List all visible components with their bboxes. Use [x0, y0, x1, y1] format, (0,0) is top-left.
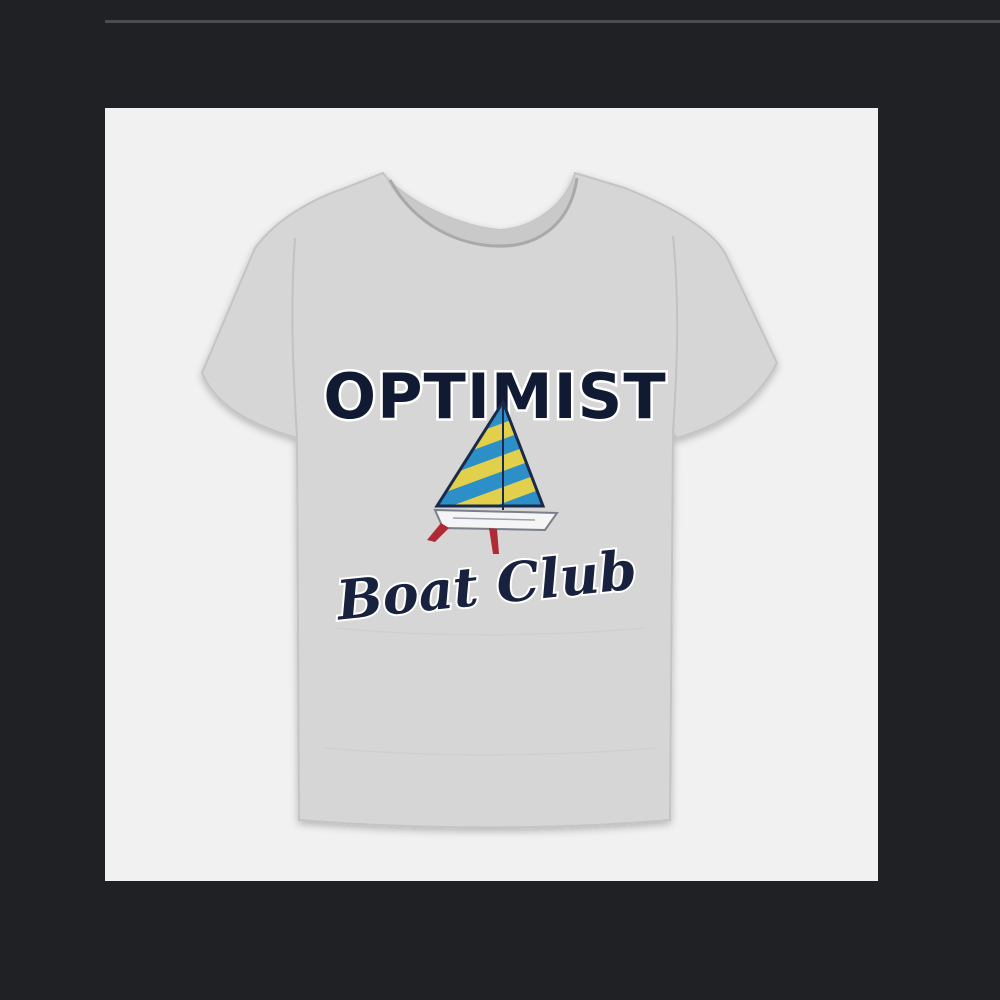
image-viewer: OPTIMIST Boat Club: [0, 0, 1000, 1000]
top-divider: [105, 20, 1000, 23]
tshirt-illustration: OPTIMIST Boat Club: [200, 171, 779, 829]
product-image[interactable]: OPTIMIST Boat Club: [105, 108, 878, 881]
